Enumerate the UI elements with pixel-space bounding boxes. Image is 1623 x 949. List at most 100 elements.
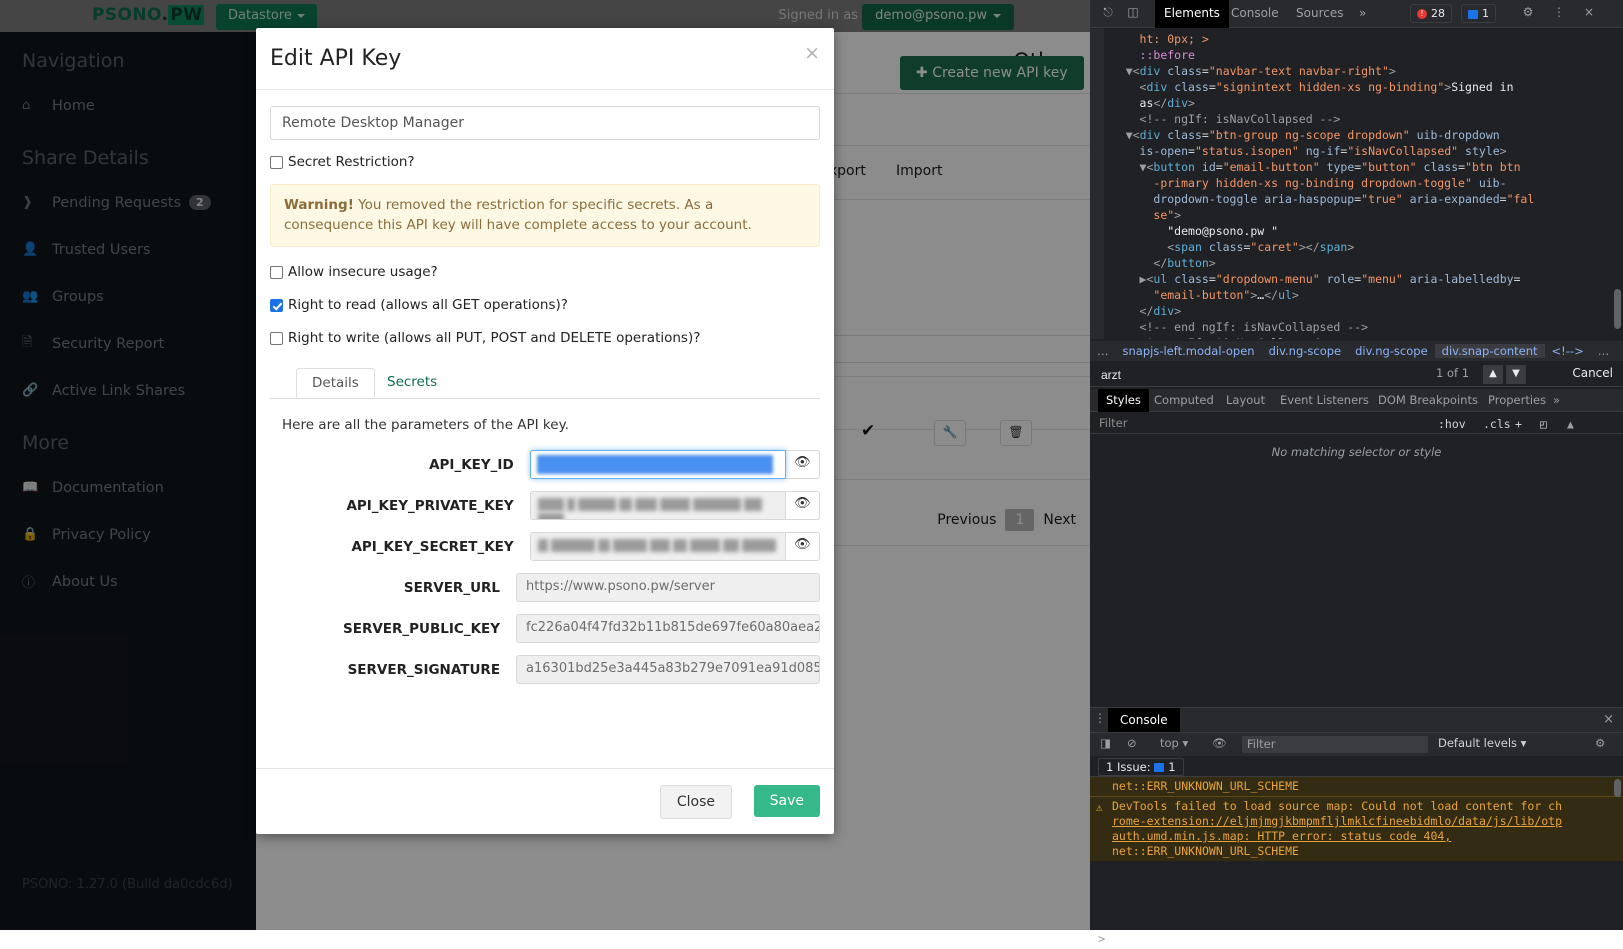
- console-prompt[interactable]: >: [1090, 929, 1623, 949]
- tab-event-listeners[interactable]: Event Listeners: [1272, 389, 1377, 412]
- message-line-2[interactable]: rome-extension://eljmjmgjkbmpmfljlmklcfi…: [1112, 814, 1562, 828]
- checkbox-right-to-read[interactable]: Right to read (allows all GET operations…: [270, 297, 820, 313]
- console-filter-input[interactable]: Filter: [1242, 736, 1428, 753]
- chevron-down-icon[interactable]: ▼: [1506, 365, 1526, 384]
- param-row-server-public-key: SERVER_PUBLIC_KEY fc226a04f47fd32b11b815…: [270, 614, 820, 643]
- breadcrumb-item[interactable]: <!-->: [1545, 344, 1591, 358]
- dom-line: </button>: [1098, 255, 1623, 271]
- param-label: API_KEY_SECRET_KEY: [270, 539, 530, 555]
- gear-icon[interactable]: ⚙: [1595, 736, 1605, 750]
- tab-elements[interactable]: Elements: [1155, 0, 1229, 28]
- message-line-3[interactable]: auth.umd.min.js.map: HTTP error: status …: [1112, 829, 1451, 843]
- breadcrumb-item[interactable]: div.ng-scope: [1262, 344, 1349, 358]
- checkbox-box[interactable]: [270, 156, 283, 169]
- eye-slash-icon[interactable]: 👁: [786, 491, 820, 520]
- api-key-id-input[interactable]: [530, 450, 786, 479]
- console-messages[interactable]: net::ERR_UNKNOWN_URL_SCHEME ⚠ DevTools f…: [1090, 777, 1623, 929]
- breadcrumb-overflow-right[interactable]: …: [1591, 344, 1617, 358]
- param-label: SERVER_PUBLIC_KEY: [270, 621, 516, 637]
- search-result-count: 1 of 1: [1436, 366, 1469, 380]
- warning-text: You removed the restriction for specific…: [284, 197, 752, 233]
- server-url-input[interactable]: https://www.psono.pw/server: [516, 573, 820, 602]
- show-console-sidebar-icon[interactable]: ◨: [1100, 736, 1111, 750]
- close-icon[interactable]: ×: [1579, 5, 1599, 23]
- dom-line: </div>: [1098, 303, 1623, 319]
- toggle-sidebar-icon[interactable]: ◰: [1540, 417, 1547, 431]
- more-vertical-icon[interactable]: ⋮: [1094, 711, 1106, 725]
- eye-slash-icon[interactable]: 👁: [786, 532, 820, 561]
- tab-styles[interactable]: Styles: [1098, 389, 1149, 412]
- param-row-server-signature: SERVER_SIGNATURE a16301bd25e3a445a83b279…: [270, 655, 820, 684]
- close-button[interactable]: Close: [660, 785, 732, 819]
- gear-icon[interactable]: ⚙: [1518, 5, 1538, 23]
- close-icon[interactable]: ×: [804, 42, 820, 64]
- tab-computed[interactable]: Computed: [1146, 389, 1222, 412]
- dom-line: ::before: [1098, 47, 1623, 63]
- execution-context-selector[interactable]: top ▾: [1160, 736, 1188, 750]
- checkbox-label: Right to write (allows all PUT, POST and…: [288, 330, 700, 346]
- checkbox-box[interactable]: [270, 332, 283, 345]
- hov-toggle[interactable]: :hov: [1438, 417, 1466, 431]
- dom-line: <!-- end ngIf: isNavCollapsed -->: [1098, 319, 1623, 335]
- styles-scroll-up-icon[interactable]: ▲: [1567, 417, 1574, 431]
- screen: PSONO.PW Datastore Signed in as demo@pso…: [0, 0, 1623, 930]
- server-public-key-input[interactable]: fc226a04f47fd32b11b815de697fe60a80aea21a…: [516, 614, 820, 643]
- api-key-secret-key-input[interactable]: [530, 532, 786, 561]
- tab-console[interactable]: Console: [1222, 0, 1288, 28]
- checkbox-right-to-write[interactable]: Right to write (allows all PUT, POST and…: [270, 330, 820, 346]
- checkbox-secret-restriction[interactable]: Secret Restriction?: [270, 154, 820, 170]
- dom-tree[interactable]: ht: 0px; > ::before ▼<div class="navbar-…: [1090, 29, 1623, 339]
- tab-dom-breakpoints[interactable]: DOM Breakpoints: [1370, 389, 1486, 412]
- dom-tree-scrollbar[interactable]: [1614, 289, 1621, 329]
- dom-search-input[interactable]: [1099, 365, 1429, 384]
- tab-layout[interactable]: Layout: [1218, 389, 1273, 412]
- checkbox-box[interactable]: [270, 266, 283, 279]
- chevron-up-icon[interactable]: ▲: [1483, 365, 1503, 384]
- plus-icon[interactable]: +: [1515, 417, 1522, 431]
- tab-secrets[interactable]: Secrets: [372, 368, 452, 396]
- drawer-tab-console[interactable]: Console: [1108, 708, 1180, 732]
- devtools-toolbar: ⎋ ◫ Elements Console Sources » !28 1 ⚙ ⋮…: [1090, 0, 1623, 28]
- breadcrumb-item[interactable]: div.ng-scope: [1348, 344, 1435, 358]
- api-key-private-key-input[interactable]: [530, 491, 786, 520]
- close-icon[interactable]: ×: [1603, 712, 1614, 727]
- breadcrumb-item-selected[interactable]: div.snap-content: [1435, 344, 1545, 358]
- dom-line: as</div>: [1098, 95, 1623, 111]
- cls-toggle[interactable]: .cls: [1483, 417, 1511, 431]
- search-cancel-button[interactable]: Cancel: [1572, 366, 1613, 380]
- console-scrollbar[interactable]: [1614, 779, 1621, 797]
- tab-sources[interactable]: Sources: [1287, 0, 1352, 28]
- style-filter-input[interactable]: Filter: [1099, 416, 1127, 430]
- server-signature-input[interactable]: a16301bd25e3a445a83b279e7091ea91d0859019: [516, 655, 820, 684]
- issues-chip[interactable]: 1 Issue: 1: [1098, 758, 1184, 776]
- message-icon: [1468, 10, 1478, 19]
- warning-strong: Warning!: [284, 197, 354, 213]
- tab-details[interactable]: Details: [296, 368, 375, 398]
- dom-line: ▼<div class="btn-group ng-scope dropdown…: [1098, 127, 1623, 143]
- device-toolbar-icon[interactable]: ◫: [1123, 5, 1143, 23]
- checkbox-box[interactable]: [270, 299, 283, 312]
- modal-footer: Close Save: [256, 768, 834, 834]
- save-button[interactable]: Save: [754, 785, 820, 817]
- more-vertical-icon[interactable]: ⋮: [1549, 5, 1569, 23]
- log-levels-selector[interactable]: Default levels ▾: [1438, 736, 1526, 750]
- chevron-double-right-icon[interactable]: »: [1350, 0, 1375, 28]
- inspect-icon[interactable]: ⎋: [1098, 5, 1118, 23]
- error-count-badge[interactable]: !28: [1410, 4, 1452, 23]
- dom-line: dropdown-toggle aria-haspopup="true" ari…: [1098, 191, 1623, 207]
- eye-slash-icon[interactable]: 👁: [786, 450, 820, 479]
- breadcrumb-overflow-left[interactable]: …: [1090, 344, 1116, 358]
- dom-line: ▶<ul class="dropdown-menu" role="menu" a…: [1098, 271, 1623, 287]
- breadcrumb-item[interactable]: snapjs-left.modal-open: [1116, 344, 1262, 358]
- dom-line: ▼<div class="navbar-text navbar-right">: [1098, 63, 1623, 79]
- tab-properties[interactable]: Properties: [1480, 389, 1554, 412]
- clear-console-icon[interactable]: ⊘: [1127, 736, 1137, 750]
- dom-line: <!-- ngIf: isNavCollapsed -->: [1098, 111, 1623, 127]
- api-key-name-input[interactable]: [270, 106, 820, 140]
- message-count-badge[interactable]: 1: [1461, 4, 1496, 23]
- warning-icon: ⚠: [1096, 800, 1103, 815]
- modal-body: Secret Restriction? Warning! You removed…: [256, 90, 834, 772]
- live-expression-icon[interactable]: 👁: [1212, 736, 1227, 750]
- checkbox-allow-insecure-usage[interactable]: Allow insecure usage?: [270, 264, 820, 280]
- chevron-double-right-icon[interactable]: »: [1545, 389, 1568, 412]
